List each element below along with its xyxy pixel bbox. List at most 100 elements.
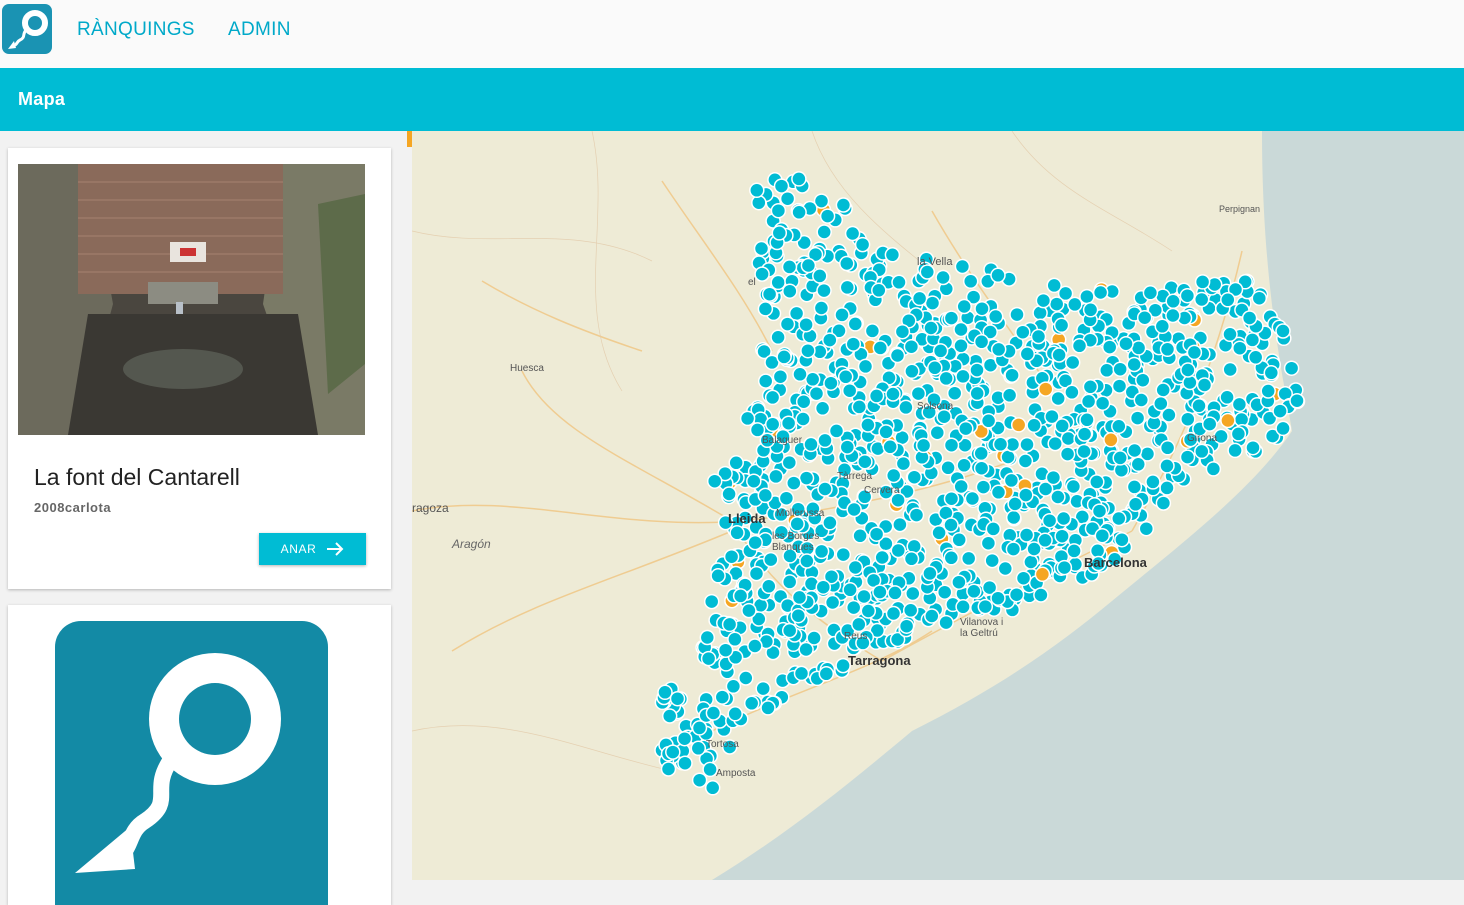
fountain-marker[interactable] — [704, 780, 721, 796]
fountain-marker[interactable] — [1041, 512, 1058, 529]
fountain-marker[interactable] — [847, 559, 864, 576]
fountain-marker[interactable] — [903, 338, 920, 355]
fountain-marker[interactable] — [1127, 496, 1144, 513]
fountain-marker[interactable] — [839, 279, 856, 296]
fountain-marker[interactable] — [1159, 458, 1175, 474]
fountain-marker[interactable] — [729, 525, 745, 541]
fountain-marker[interactable] — [804, 371, 821, 388]
fountain-marker[interactable] — [857, 453, 873, 470]
fountain-marker[interactable] — [1114, 531, 1130, 548]
fountain-marker[interactable] — [1003, 472, 1020, 489]
fountain-marker[interactable] — [990, 267, 1006, 284]
fountain-marker[interactable] — [868, 526, 885, 542]
fountain-marker[interactable] — [1241, 310, 1258, 326]
fountain-marker[interactable] — [851, 616, 867, 633]
fountain-marker[interactable] — [723, 548, 740, 565]
fountain-marker[interactable] — [834, 307, 850, 323]
fountain-marker[interactable] — [904, 363, 920, 380]
fountain-marker[interactable] — [1201, 416, 1218, 432]
fountain-marker[interactable] — [795, 411, 811, 427]
fountain-marker[interactable] — [938, 370, 954, 387]
fountain-marker[interactable] — [835, 197, 852, 213]
fountain-marker[interactable] — [969, 385, 985, 402]
fountain-marker[interactable] — [770, 329, 786, 346]
fountain-marker[interactable] — [905, 585, 921, 602]
fountain-marker[interactable] — [874, 549, 890, 566]
fountain-marker[interactable] — [871, 282, 887, 299]
fountain-marker[interactable] — [1145, 474, 1161, 490]
fountain-marker[interactable] — [1260, 383, 1276, 399]
fountain-marker[interactable] — [764, 389, 781, 406]
fountain-marker[interactable] — [1065, 478, 1082, 495]
fountain-marker[interactable] — [837, 369, 854, 385]
fountain-marker[interactable] — [757, 301, 774, 317]
fountain-marker[interactable] — [812, 268, 828, 284]
fountain-marker[interactable] — [757, 487, 774, 504]
fountain-marker[interactable] — [975, 479, 992, 495]
fountain-marker[interactable] — [789, 516, 805, 532]
fountain-marker[interactable] — [1193, 291, 1210, 308]
fountain-marker[interactable] — [798, 470, 815, 486]
fountain-marker[interactable] — [951, 574, 967, 590]
fountain-marker[interactable] — [906, 538, 922, 555]
fountain-marker[interactable] — [1263, 365, 1280, 381]
fountain-marker[interactable] — [1009, 306, 1025, 323]
fountain-marker[interactable] — [1220, 412, 1236, 429]
fountain-marker[interactable] — [799, 553, 815, 569]
fountain-marker[interactable] — [732, 588, 749, 604]
fountain-marker[interactable] — [1103, 432, 1119, 448]
fountain-marker[interactable] — [1015, 570, 1032, 586]
fountain-marker[interactable] — [1005, 509, 1022, 526]
fountain-marker[interactable] — [1054, 418, 1070, 434]
fountain-marker[interactable] — [1018, 527, 1035, 543]
fountain-marker[interactable] — [1142, 285, 1159, 301]
fountain-marker[interactable] — [839, 255, 855, 272]
fountain-marker[interactable] — [951, 532, 967, 548]
fountain-marker[interactable] — [1126, 479, 1143, 495]
fountain-marker[interactable] — [1019, 346, 1036, 362]
fountain-marker[interactable] — [781, 259, 798, 275]
fountain-marker[interactable] — [973, 445, 989, 462]
fountain-marker[interactable] — [791, 171, 807, 187]
fountain-marker[interactable] — [902, 602, 919, 619]
fountain-marker[interactable] — [710, 568, 726, 584]
fountain-marker[interactable] — [1023, 554, 1039, 570]
fountain-marker[interactable] — [1060, 430, 1077, 447]
fountain-marker[interactable] — [857, 358, 874, 375]
fountain-marker[interactable] — [677, 755, 693, 771]
fountain-marker[interactable] — [1245, 439, 1261, 456]
fountain-marker[interactable] — [728, 455, 744, 471]
fountain-marker[interactable] — [882, 439, 898, 455]
fountain-marker[interactable] — [977, 598, 994, 615]
fountain-marker[interactable] — [770, 202, 787, 219]
fountain-marker[interactable] — [753, 240, 770, 257]
fountain-marker[interactable] — [1112, 361, 1128, 377]
fountain-marker[interactable] — [1154, 318, 1171, 335]
fountain-marker[interactable] — [1231, 396, 1248, 413]
fountain-marker[interactable] — [854, 236, 871, 253]
fountain-marker[interactable] — [813, 300, 830, 316]
fountain-marker[interactable] — [1015, 324, 1031, 340]
fountain-marker[interactable] — [791, 204, 807, 221]
fountain-marker[interactable] — [760, 700, 776, 716]
fountain-marker[interactable] — [943, 310, 960, 326]
fountain-marker[interactable] — [676, 730, 693, 747]
fountain-marker[interactable] — [1066, 543, 1082, 559]
fountain-marker[interactable] — [1067, 296, 1083, 313]
fountain-marker[interactable] — [960, 550, 977, 567]
fountain-marker[interactable] — [898, 399, 914, 416]
fountain-marker[interactable] — [860, 417, 876, 433]
fountain-marker[interactable] — [940, 460, 956, 476]
fountain-marker[interactable] — [1050, 489, 1066, 505]
fountain-marker[interactable] — [884, 247, 901, 263]
fountain-marker[interactable] — [955, 368, 971, 385]
fountain-marker[interactable] — [703, 593, 720, 610]
fountain-marker[interactable] — [922, 565, 938, 582]
fountain-marker[interactable] — [885, 605, 902, 622]
fountain-marker[interactable] — [790, 607, 807, 624]
fountain-marker[interactable] — [819, 208, 836, 224]
fountain-marker[interactable] — [1026, 417, 1042, 434]
fountain-marker[interactable] — [927, 360, 943, 376]
fountain-marker[interactable] — [847, 316, 864, 332]
fountain-marker[interactable] — [1099, 362, 1115, 379]
